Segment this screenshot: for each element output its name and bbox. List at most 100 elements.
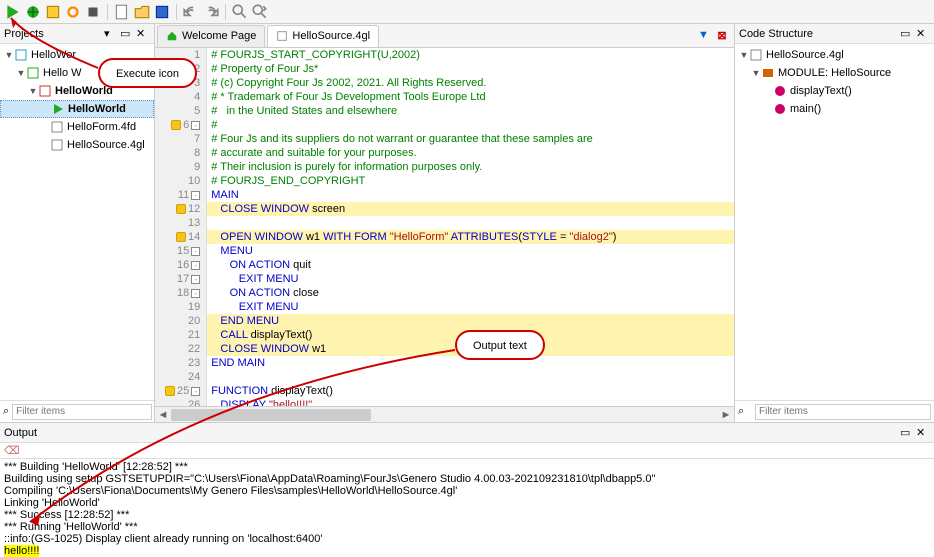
- filter-icon[interactable]: ⌕: [3, 405, 9, 419]
- breakpoint-marker-icon[interactable]: [171, 120, 181, 130]
- editor-tab[interactable]: Welcome Page: [157, 25, 265, 47]
- projects-tree[interactable]: ▼HelloWor▼Hello W▼HelloWorldHelloWorldHe…: [0, 44, 154, 400]
- horizontal-scrollbar[interactable]: ◄ ►: [155, 406, 734, 422]
- code-line[interactable]: [207, 216, 734, 230]
- code-line[interactable]: [207, 370, 734, 384]
- panel-minimize-icon[interactable]: ▭: [900, 426, 914, 440]
- code-line[interactable]: # (c) Copyright Four Js 2002, 2021. All …: [207, 76, 734, 90]
- gutter-line[interactable]: 12: [155, 202, 206, 216]
- code-line[interactable]: MENU: [207, 244, 734, 258]
- code-line[interactable]: DISPLAY "hello!!!!": [207, 398, 734, 406]
- filter-icon[interactable]: ⌕: [738, 405, 752, 419]
- gutter-line[interactable]: 5: [155, 104, 206, 118]
- breakpoint-marker-icon[interactable]: [176, 204, 186, 214]
- code-line[interactable]: # Their inclusion is purely for informat…: [207, 160, 734, 174]
- fold-icon[interactable]: -: [191, 289, 200, 298]
- undo-icon[interactable]: [182, 3, 200, 21]
- search-icon[interactable]: [231, 3, 249, 21]
- code-line[interactable]: # in the United States and elsewhere: [207, 104, 734, 118]
- gutter-line[interactable]: 7: [155, 132, 206, 146]
- gutter-line[interactable]: 19: [155, 300, 206, 314]
- code-line[interactable]: OPEN WINDOW w1 WITH FORM "HelloForm" ATT…: [207, 230, 734, 244]
- build-icon[interactable]: [44, 3, 62, 21]
- fold-icon[interactable]: -: [191, 247, 200, 256]
- fold-icon[interactable]: -: [191, 387, 200, 396]
- code-line[interactable]: MAIN: [207, 188, 734, 202]
- breakpoint-marker-icon[interactable]: [165, 386, 175, 396]
- gutter-line[interactable]: 24: [155, 370, 206, 384]
- panel-close-icon[interactable]: ✕: [136, 27, 150, 41]
- tree-item[interactable]: displayText(): [735, 82, 934, 100]
- code-line[interactable]: # FOURJS_START_COPYRIGHT(U,2002): [207, 48, 734, 62]
- tree-item[interactable]: main(): [735, 100, 934, 118]
- code-line[interactable]: END MENU: [207, 314, 734, 328]
- new-icon[interactable]: [113, 3, 131, 21]
- code-line[interactable]: # accurate and suitable for your purpose…: [207, 146, 734, 160]
- code-line[interactable]: # Four Js and its suppliers do not warra…: [207, 132, 734, 146]
- code-line[interactable]: EXIT MENU: [207, 272, 734, 286]
- fold-icon[interactable]: -: [191, 191, 200, 200]
- gutter-line[interactable]: 15-: [155, 244, 206, 258]
- code-line[interactable]: ON ACTION quit: [207, 258, 734, 272]
- panel-close-icon[interactable]: ✕: [916, 27, 930, 41]
- panel-minimize-icon[interactable]: ▭: [900, 27, 914, 41]
- fold-icon[interactable]: -: [191, 121, 200, 130]
- open-icon[interactable]: [133, 3, 151, 21]
- gutter-line[interactable]: 25-: [155, 384, 206, 398]
- gutter-line[interactable]: 20: [155, 314, 206, 328]
- scroll-left-arrow[interactable]: ◄: [155, 407, 171, 423]
- clear-output-icon[interactable]: ⌫: [4, 445, 20, 457]
- panel-menu-icon[interactable]: ▾: [104, 27, 118, 41]
- tab-close-icon[interactable]: ⊠: [714, 28, 730, 44]
- tab-dropdown-icon[interactable]: ▼: [698, 29, 712, 43]
- editor-tab[interactable]: HelloSource.4gl: [267, 25, 379, 47]
- tree-item[interactable]: HelloSource.4gl: [0, 136, 154, 154]
- code-line[interactable]: EXIT MENU: [207, 300, 734, 314]
- panel-close-icon[interactable]: ✕: [916, 426, 930, 440]
- code-editor[interactable]: 123456-7891011-12131415-16-17-18-1920212…: [155, 48, 734, 406]
- scroll-thumb[interactable]: [171, 409, 371, 421]
- gutter-line[interactable]: 4: [155, 90, 206, 104]
- code-line[interactable]: # FOURJS_END_COPYRIGHT: [207, 174, 734, 188]
- execute-icon[interactable]: [4, 3, 22, 21]
- breakpoint-marker-icon[interactable]: [176, 232, 186, 242]
- structure-filter-input[interactable]: [755, 404, 931, 420]
- gutter-line[interactable]: 9: [155, 160, 206, 174]
- tree-caret-icon[interactable]: ▼: [4, 50, 14, 60]
- gutter-line[interactable]: 11-: [155, 188, 206, 202]
- line-gutter[interactable]: 123456-7891011-12131415-16-17-18-1920212…: [155, 48, 207, 406]
- fold-icon[interactable]: -: [191, 275, 200, 284]
- stop-icon[interactable]: [84, 3, 102, 21]
- code-line[interactable]: # * Trademark of Four Js Development Too…: [207, 90, 734, 104]
- code-line[interactable]: ON ACTION close: [207, 286, 734, 300]
- redo-icon[interactable]: [202, 3, 220, 21]
- gutter-line[interactable]: 18-: [155, 286, 206, 300]
- code-line[interactable]: # Property of Four Js*: [207, 62, 734, 76]
- projects-filter-input[interactable]: [12, 404, 152, 420]
- tree-caret-icon[interactable]: ▼: [739, 50, 749, 60]
- gutter-line[interactable]: 22: [155, 342, 206, 356]
- scroll-right-arrow[interactable]: ►: [718, 407, 734, 423]
- output-text[interactable]: *** Building 'HelloWorld' [12:28:52] ***…: [0, 459, 934, 557]
- tree-caret-icon[interactable]: ▼: [16, 68, 26, 78]
- code-line[interactable]: FUNCTION displayText(): [207, 384, 734, 398]
- tree-caret-icon[interactable]: ▼: [751, 68, 761, 78]
- panel-minimize-icon[interactable]: ▭: [120, 27, 134, 41]
- tree-item[interactable]: HelloWorld: [0, 100, 154, 118]
- gutter-line[interactable]: 17-: [155, 272, 206, 286]
- replace-icon[interactable]: [251, 3, 269, 21]
- tree-item[interactable]: ▼MODULE: HelloSource: [735, 64, 934, 82]
- gutter-line[interactable]: 21: [155, 328, 206, 342]
- tree-item[interactable]: ▼HelloSource.4gl: [735, 46, 934, 64]
- code-line[interactable]: CLOSE WINDOW screen: [207, 202, 734, 216]
- tree-caret-icon[interactable]: ▼: [28, 86, 38, 96]
- code-line[interactable]: #: [207, 118, 734, 132]
- gutter-line[interactable]: 10: [155, 174, 206, 188]
- gutter-line[interactable]: 16-: [155, 258, 206, 272]
- gutter-line[interactable]: 14: [155, 230, 206, 244]
- gutter-line[interactable]: 6-: [155, 118, 206, 132]
- debug-icon[interactable]: [24, 3, 42, 21]
- structure-tree[interactable]: ▼HelloSource.4gl▼MODULE: HelloSourcedisp…: [735, 44, 934, 400]
- fold-icon[interactable]: -: [191, 261, 200, 270]
- gutter-line[interactable]: 23: [155, 356, 206, 370]
